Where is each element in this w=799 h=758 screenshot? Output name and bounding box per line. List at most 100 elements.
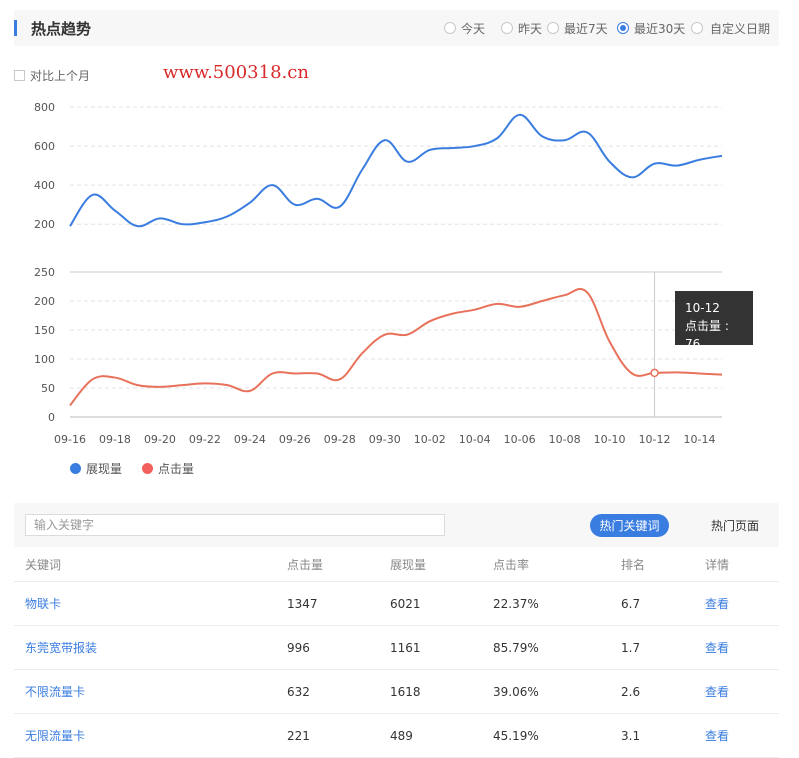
legend-label: 点击量 — [158, 462, 195, 476]
chart-hover — [650, 272, 659, 417]
keyword-table: 关键词 点击量 展现量 点击率 排名 详情 物联卡 1347 6021 22.3… — [14, 548, 779, 758]
range-label: 最近7天 — [564, 21, 608, 36]
y-tick-label: 800 — [34, 101, 55, 114]
clicks-cell: 996 — [287, 640, 310, 655]
trend-header: 热点趋势 今天 昨天 最近7天 最近30天 自定义日期 — [14, 10, 779, 46]
impressions-cell: 1161 — [390, 640, 421, 655]
col-detail: 详情 — [705, 558, 730, 572]
x-tick-label: 09-22 — [189, 433, 221, 446]
search-input[interactable] — [25, 514, 445, 536]
x-tick-label: 09-24 — [234, 433, 266, 446]
clicks-cell: 1347 — [287, 596, 318, 611]
checkbox-icon[interactable] — [14, 70, 25, 81]
range-today[interactable]: 今天 — [444, 10, 485, 46]
x-tick-label: 10-14 — [684, 433, 716, 446]
range-yesterday[interactable]: 昨天 — [501, 10, 542, 46]
y-tick-label: 250 — [34, 266, 55, 279]
view-detail-link[interactable]: 查看 — [705, 626, 729, 669]
impressions-cell: 6021 — [390, 596, 421, 611]
view-detail-link[interactable]: 查看 — [705, 582, 729, 625]
range-label: 最近30天 — [634, 21, 686, 36]
radio-icon[interactable] — [691, 22, 703, 34]
radio-icon[interactable] — [501, 22, 513, 34]
tooltip-date: 10-12 — [685, 301, 720, 315]
range-label: 自定义日期 — [710, 21, 771, 36]
hover-point — [650, 368, 659, 378]
watermark-text: www.500318.cn — [163, 62, 309, 83]
x-tick-label: 09-26 — [279, 433, 311, 446]
range-label: 昨天 — [518, 21, 543, 36]
x-tick-label: 10-08 — [549, 433, 581, 446]
y-tick-label: 400 — [34, 179, 55, 192]
range-custom-date[interactable]: 自定义日期 — [691, 10, 770, 46]
range-label: 今天 — [461, 21, 486, 36]
keyword-link[interactable]: 物联卡 — [25, 582, 61, 625]
table-row: 物联卡 1347 6021 22.37% 6.7 查看 — [14, 582, 779, 626]
col-rank: 排名 — [621, 558, 646, 572]
tab-hot-pages[interactable]: 热门页面 — [700, 514, 770, 537]
legend-label: 展现量 — [86, 462, 123, 476]
x-tick-label: 09-28 — [324, 433, 356, 446]
keyword-toolbar: 热门关键词 热门页面 — [14, 503, 779, 547]
legend-dot-icon — [142, 463, 154, 474]
x-tick-label: 09-16 — [54, 433, 86, 446]
keyword-link[interactable]: 无限流量卡 — [25, 714, 85, 757]
x-tick-label: 10-06 — [504, 433, 536, 446]
rank-cell: 1.7 — [621, 640, 641, 655]
y-axis-impressions: 200 400 600 800 — [34, 101, 55, 231]
y-tick-label: 200 — [34, 218, 55, 231]
y-tick-label: 150 — [34, 324, 55, 337]
ctr-cell: 22.37% — [493, 596, 539, 611]
page-title: 热点趋势 — [31, 20, 92, 38]
compare-last-month-toggle[interactable]: 对比上个月 — [14, 67, 90, 84]
chart-tooltip: 10-12 点击量 : 76 — [675, 291, 753, 351]
clicks-cell: 221 — [287, 728, 310, 743]
y-tick-label: 50 — [41, 382, 55, 395]
y-tick-label: 0 — [48, 411, 55, 424]
impressions-cell: 489 — [390, 728, 413, 743]
chart-legend: 展现量 点击量 — [70, 460, 214, 477]
y-tick-label: 100 — [34, 353, 55, 366]
rank-cell: 6.7 — [621, 596, 641, 611]
x-tick-label: 09-20 — [144, 433, 176, 446]
tab-hot-keywords[interactable]: 热门关键词 — [590, 514, 669, 537]
range-last-7-days[interactable]: 最近7天 — [547, 10, 608, 46]
range-last-30-days[interactable]: 最近30天 — [617, 10, 685, 46]
y-tick-label: 200 — [34, 295, 55, 308]
series-line — [69, 113, 723, 228]
view-detail-link[interactable]: 查看 — [705, 714, 729, 757]
x-tick-label: 09-30 — [369, 433, 401, 446]
legend-dot-icon — [70, 463, 81, 474]
tooltip-value: 点击量 : 76 — [685, 319, 729, 351]
x-tick-label: 10-12 — [639, 433, 671, 446]
radio-icon[interactable] — [547, 22, 559, 34]
radio-selected-icon[interactable] — [617, 22, 629, 34]
legend-clicks[interactable]: 点击量 — [142, 460, 194, 477]
y-axis-clicks: 0 50 100 150 200 250 — [34, 266, 55, 424]
view-detail-link[interactable]: 查看 — [705, 670, 729, 713]
table-row: 无限流量卡 221 489 45.19% 3.1 查看 — [14, 714, 779, 758]
trend-chart[interactable]: 200 400 600 800 0 50 100 150 200 250 09-16 09-18 0… — [0, 95, 799, 455]
rank-cell: 3.1 — [621, 728, 641, 743]
keyword-link[interactable]: 不限流量卡 — [25, 670, 85, 713]
col-keyword: 关键词 — [25, 558, 62, 572]
col-impressions: 展现量 — [390, 558, 427, 572]
x-tick-label: 10-02 — [414, 433, 446, 446]
x-tick-label: 10-10 — [594, 433, 626, 446]
chart-gridlines — [70, 106, 722, 418]
ctr-cell: 39.06% — [493, 684, 539, 699]
x-tick-label: 10-04 — [459, 433, 491, 446]
col-clicks: 点击量 — [287, 558, 324, 572]
ctr-cell: 85.79% — [493, 640, 539, 655]
y-tick-label: 600 — [34, 140, 55, 153]
chart-series — [69, 113, 723, 407]
compare-label: 对比上个月 — [30, 69, 91, 83]
radio-icon[interactable] — [444, 22, 456, 34]
keyword-link[interactable]: 东莞宽带报装 — [25, 626, 97, 669]
table-row: 不限流量卡 632 1618 39.06% 2.6 查看 — [14, 670, 779, 714]
clicks-cell: 632 — [287, 684, 310, 699]
x-tick-label: 09-18 — [99, 433, 131, 446]
legend-impressions[interactable]: 展现量 — [70, 460, 122, 477]
ctr-cell: 45.19% — [493, 728, 539, 743]
impressions-cell: 1618 — [390, 684, 421, 699]
